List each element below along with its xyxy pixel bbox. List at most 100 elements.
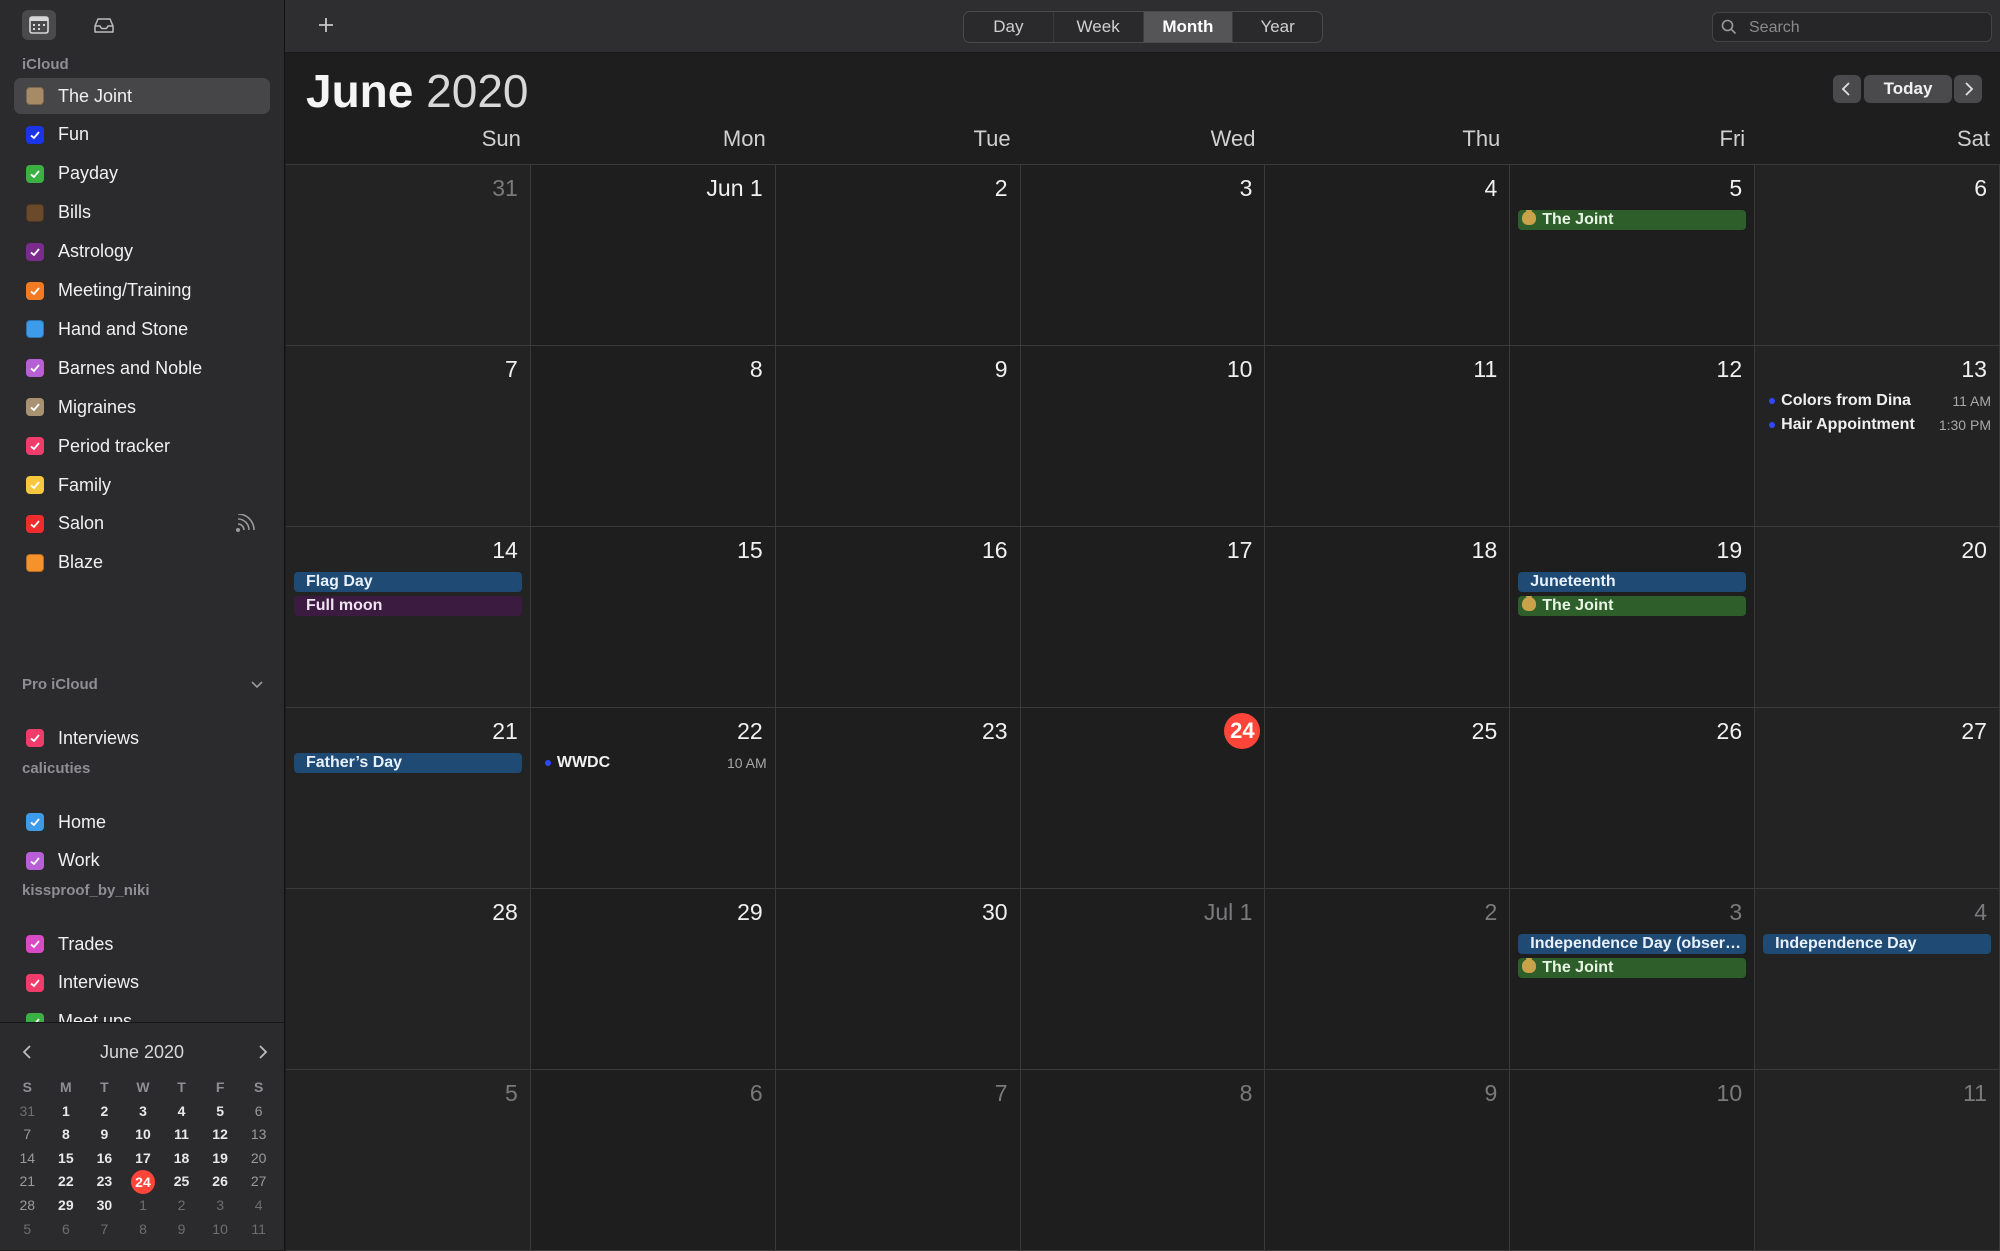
next-month-button[interactable]	[1954, 75, 1982, 103]
mini-day[interactable]: 3	[201, 1194, 240, 1218]
day-cell[interactable]: 5	[286, 1070, 531, 1251]
calendar-checkbox[interactable]	[26, 935, 44, 953]
day-cell[interactable]: 4 Independence Day	[1755, 889, 2000, 1070]
day-cell[interactable]: 20	[1755, 527, 2000, 708]
day-cell[interactable]: 10	[1510, 1070, 1756, 1251]
day-cell[interactable]: 11	[1265, 346, 1511, 527]
mini-day[interactable]: 9	[162, 1218, 201, 1242]
mini-day[interactable]: 10	[124, 1123, 163, 1147]
day-cell[interactable]: 16	[775, 527, 1021, 708]
calendar-item[interactable]: Work	[14, 843, 270, 879]
mini-day[interactable]: 6	[47, 1218, 86, 1242]
event-item[interactable]: Hair Appointment 1:30 PM	[1763, 415, 1991, 435]
mini-day[interactable]: 5	[8, 1218, 47, 1242]
day-cell[interactable]: 29	[530, 889, 776, 1070]
calendar-item[interactable]: Home	[14, 804, 270, 840]
calendar-checkbox[interactable]	[26, 1012, 44, 1022]
calendar-checkbox[interactable]	[26, 320, 44, 339]
mini-day[interactable]: 26	[201, 1170, 240, 1194]
mini-day[interactable]: 3	[124, 1100, 163, 1124]
mini-day[interactable]: 15	[47, 1147, 86, 1171]
mini-day[interactable]: 25	[162, 1170, 201, 1194]
mini-day[interactable]: 5	[201, 1100, 240, 1124]
calendar-checkbox[interactable]	[26, 553, 44, 572]
day-cell[interactable]: 15	[530, 527, 776, 708]
mini-day[interactable]: 13	[239, 1123, 278, 1147]
mini-day[interactable]: 11	[162, 1123, 201, 1147]
calendar-checkbox[interactable]	[26, 398, 44, 417]
mini-day[interactable]: 4	[162, 1100, 201, 1124]
day-cell[interactable]: 31	[286, 165, 531, 346]
search-field[interactable]	[1712, 12, 1992, 42]
day-cell[interactable]: 3	[1020, 165, 1266, 346]
day-cell[interactable]: 22 WWDC 10 AM	[530, 708, 776, 889]
day-cell[interactable]: Jul 1	[1020, 889, 1266, 1070]
day-cell[interactable]: 26	[1510, 708, 1756, 889]
calendar-checkbox[interactable]	[26, 437, 44, 456]
calendar-checkbox[interactable]	[26, 973, 44, 992]
day-cell[interactable]: 8	[1020, 1070, 1266, 1251]
chevron-down-icon[interactable]	[250, 678, 264, 692]
day-cell[interactable]: 3 Independence Day (observed) The Joint	[1510, 889, 1756, 1070]
event-item[interactable]: The Joint	[1518, 210, 1747, 230]
day-cell[interactable]: 12	[1510, 346, 1756, 527]
day-cell[interactable]: 4	[1265, 165, 1511, 346]
mini-day[interactable]: 27	[239, 1170, 278, 1194]
mini-day[interactable]: 7	[8, 1123, 47, 1147]
day-cell[interactable]: 7	[775, 1070, 1021, 1251]
day-cell[interactable]: 19 Juneteenth The Joint	[1510, 527, 1756, 708]
mini-day[interactable]: 20	[239, 1147, 278, 1171]
mini-day[interactable]: 19	[201, 1147, 240, 1171]
mini-day[interactable]: 2	[85, 1100, 124, 1124]
mini-day[interactable]: 12	[201, 1123, 240, 1147]
calendar-item[interactable]: Fun	[14, 117, 270, 153]
mini-day[interactable]: 4	[239, 1194, 278, 1218]
day-cell[interactable]: 24	[1020, 708, 1266, 889]
event-item[interactable]: Juneteenth	[1518, 572, 1747, 592]
event-item[interactable]: WWDC 10 AM	[539, 753, 767, 773]
calendar-checkbox[interactable]	[26, 514, 44, 533]
calendar-item[interactable]: Migraines	[14, 389, 270, 425]
day-cell[interactable]: 27	[1755, 708, 2000, 889]
mini-day[interactable]: 1	[124, 1194, 163, 1218]
event-item[interactable]: Full moon	[294, 596, 522, 616]
calendar-item[interactable]: Meet ups	[14, 1004, 270, 1022]
day-cell[interactable]: 10	[1020, 346, 1266, 527]
calendar-checkbox[interactable]	[26, 813, 44, 831]
calendar-item[interactable]: Astrology	[14, 234, 270, 270]
view-tab-week[interactable]: Week	[1054, 12, 1144, 42]
day-cell[interactable]: 11	[1755, 1070, 2000, 1251]
event-item[interactable]: Independence Day	[1763, 934, 1991, 954]
calendar-checkbox[interactable]	[26, 729, 44, 747]
calendar-checkbox[interactable]	[26, 281, 44, 300]
mini-day[interactable]: 10	[201, 1218, 240, 1242]
add-event-icon[interactable]	[313, 12, 339, 38]
mini-day[interactable]: 1	[47, 1100, 86, 1124]
calendar-item[interactable]: Meeting/Training	[14, 273, 270, 309]
previous-month-button[interactable]	[1833, 75, 1861, 103]
day-cell[interactable]: 6	[530, 1070, 776, 1251]
day-cell[interactable]: 6	[1755, 165, 2000, 346]
day-cell[interactable]: 28	[286, 889, 531, 1070]
day-cell[interactable]: 17	[1020, 527, 1266, 708]
day-cell[interactable]: 14 Flag Day Full moon	[286, 527, 531, 708]
calendar-checkbox[interactable]	[26, 164, 44, 183]
calendar-item[interactable]: Payday	[14, 156, 270, 192]
today-button[interactable]: Today	[1864, 75, 1952, 103]
mini-day[interactable]: 23	[85, 1170, 124, 1194]
calendar-checkbox[interactable]	[26, 203, 44, 222]
calendar-item[interactable]: Salon	[14, 506, 270, 542]
mini-day[interactable]: 17	[124, 1147, 163, 1171]
mini-day[interactable]: 14	[8, 1147, 47, 1171]
day-cell[interactable]: 18	[1265, 527, 1511, 708]
mini-day[interactable]: 11	[239, 1218, 278, 1242]
event-item[interactable]: Flag Day	[294, 572, 522, 592]
calendar-item[interactable]: Trades	[14, 926, 270, 962]
calendar-item[interactable]: The Joint	[14, 78, 270, 114]
event-item[interactable]: Colors from Dina 11 AM	[1763, 391, 1991, 411]
mini-day[interactable]: 7	[85, 1218, 124, 1242]
calendar-item[interactable]: Barnes and Noble	[14, 350, 270, 386]
mini-day[interactable]: 28	[8, 1194, 47, 1218]
calendar-item[interactable]: Family	[14, 467, 270, 503]
mini-day[interactable]: 16	[85, 1147, 124, 1171]
